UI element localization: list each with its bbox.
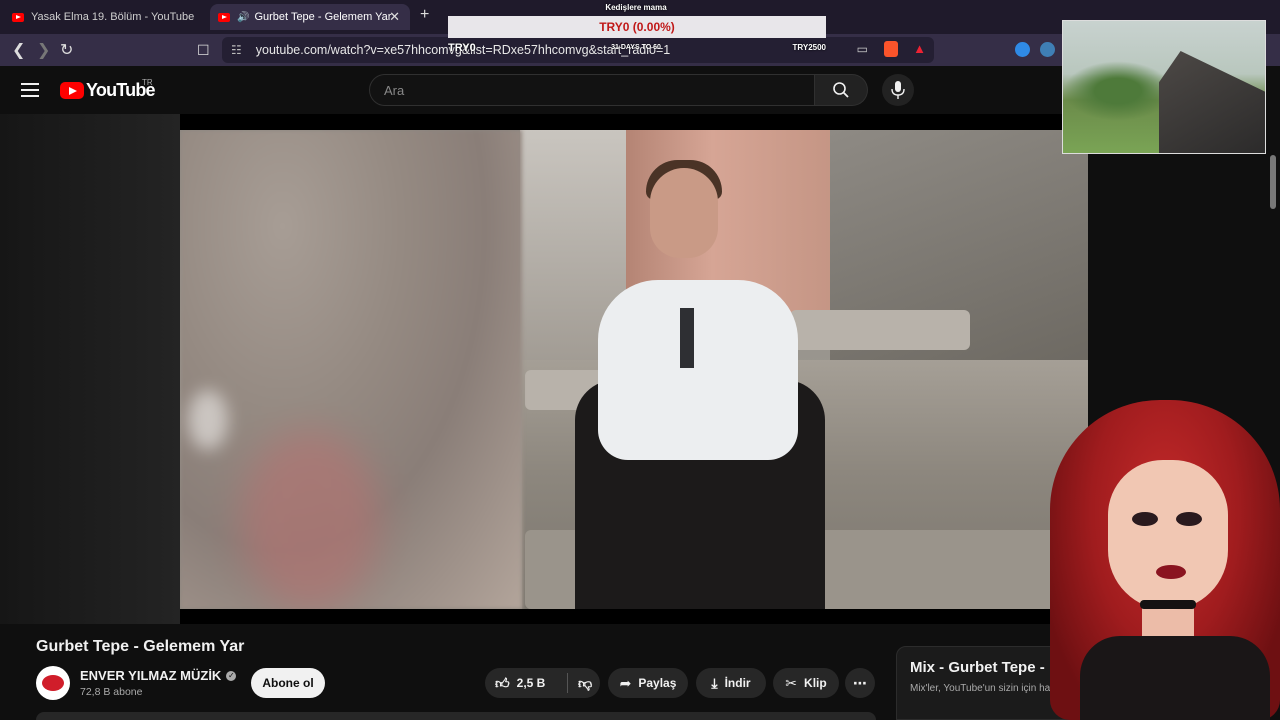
description-box[interactable]: [36, 712, 876, 720]
channel-name[interactable]: ENVER YILMAZ MÜZİK ✓: [80, 668, 237, 683]
ticker-days-label: 31 DAYS TO 60: [611, 44, 661, 51]
cast-icon[interactable]: ▭: [857, 42, 868, 56]
region-code: TR: [142, 78, 153, 87]
extension-icon-2[interactable]: [1040, 42, 1055, 57]
download-button[interactable]: ⤓ İndir: [696, 668, 766, 698]
subscriber-count: 72,8 B abone: [80, 686, 143, 698]
scissors-icon: ✂: [785, 674, 798, 691]
ambient-side-glow: [0, 114, 180, 624]
figure-head: [650, 168, 718, 258]
ticker-right-label: TRY2500: [792, 43, 827, 52]
thumbs-up-icon: 👍︎: [495, 674, 510, 691]
download-label: İndir: [724, 676, 751, 690]
like-button[interactable]: 👍︎ 2,5 B: [485, 675, 565, 692]
avatar-choker: [1140, 600, 1196, 609]
tab-label: Gurbet Tepe - Gelemem Yar: [254, 11, 392, 23]
search-placeholder: Ara: [384, 83, 405, 98]
like-dislike-group: 👍︎ 2,5 B 👎︎: [485, 668, 600, 698]
page-scrollbar[interactable]: [1270, 155, 1276, 209]
search-input[interactable]: Ara: [369, 74, 815, 106]
brave-rewards-icon[interactable]: ▲: [913, 41, 926, 56]
voice-search-button[interactable]: [882, 74, 914, 106]
tab-yasak-elma[interactable]: Yasak Elma 19. Bölüm - YouTube: [12, 4, 202, 30]
figure-shirt: [598, 280, 798, 460]
share-label: Paylaş: [638, 676, 677, 690]
webcam-puzzle-overlay: [1062, 20, 1266, 154]
like-divider: [567, 673, 568, 693]
tab-label: Yasak Elma 19. Bölüm - YouTube: [31, 11, 195, 23]
webcam-trees: [1063, 61, 1173, 121]
search-button[interactable]: [815, 74, 868, 106]
channel-name-text: ENVER YILMAZ MÜZİK: [80, 668, 222, 683]
stream-ticker-overlay: Kedişlere mama TRY0 (0.00%) TRY0 31 DAYS…: [446, 0, 826, 56]
dislike-button[interactable]: 👎︎: [578, 675, 599, 692]
channel-avatar[interactable]: [36, 666, 70, 700]
youtube-favicon-icon: [218, 12, 230, 22]
figure-tie: [680, 308, 694, 368]
download-icon: ⤓: [711, 674, 718, 691]
brave-shield-icon[interactable]: [884, 41, 898, 57]
bookmark-icon[interactable]: ☐: [197, 42, 210, 59]
webcam-rock: [1159, 51, 1265, 153]
youtube-play-icon: [60, 82, 84, 99]
video-title: Gurbet Tepe - Gelemem Yar: [36, 638, 245, 655]
share-icon: ➦: [619, 674, 632, 691]
new-tab-button[interactable]: +: [420, 6, 429, 24]
extension-icon[interactable]: [1015, 42, 1030, 57]
avatar-lips: [1156, 565, 1186, 579]
verified-icon: ✓: [226, 670, 237, 681]
more-actions-button[interactable]: ⋯: [845, 668, 875, 698]
clip-label: Klip: [804, 676, 827, 690]
back-icon[interactable]: ❮: [12, 40, 25, 60]
avatar-body: [1080, 636, 1270, 720]
subscribe-button[interactable]: Abone ol: [251, 668, 325, 698]
youtube-logo[interactable]: YouTube TR: [60, 78, 156, 101]
mix-title: Mix - Gurbet Tepe -: [910, 659, 1045, 676]
site-info-icon[interactable]: ☷: [231, 43, 242, 57]
avatar-face: [1108, 460, 1228, 610]
reload-icon[interactable]: ↻: [60, 40, 73, 60]
share-button[interactable]: ➦ Paylaş: [608, 668, 688, 698]
forward-icon[interactable]: ❯: [37, 40, 50, 60]
like-count: 2,5 B: [516, 676, 546, 690]
clip-button[interactable]: ✂ Klip: [773, 668, 839, 698]
youtube-favicon-icon: [12, 12, 24, 22]
search-icon: [833, 82, 849, 98]
tab-gurbet-tepe[interactable]: 🔊 Gurbet Tepe - Gelemem Yar ✕: [210, 4, 410, 30]
ticker-header: Kedişlere mama: [605, 3, 667, 12]
microphone-icon: [891, 81, 905, 99]
audio-playing-icon[interactable]: 🔊: [237, 12, 249, 23]
avatar-eye-right: [1176, 512, 1202, 526]
avatar-eye-left: [1132, 512, 1158, 526]
close-tab-icon[interactable]: ✕: [389, 9, 400, 25]
mix-subtitle: Mix'ler, YouTube'un sizin için ha: [910, 683, 1051, 694]
guide-menu-icon[interactable]: [21, 83, 39, 97]
rock-stain: [240, 430, 380, 609]
vtuber-avatar: [1040, 400, 1280, 720]
thumbs-down-icon: 👎︎: [578, 674, 593, 691]
stone-block: [790, 310, 970, 350]
video-player[interactable]: [180, 114, 1088, 624]
blurred-rock-foreground: [180, 130, 522, 609]
rock-highlight: [188, 390, 228, 450]
ticker-price: TRY0 (0.00%): [448, 16, 826, 38]
video-frame: [180, 130, 1088, 609]
